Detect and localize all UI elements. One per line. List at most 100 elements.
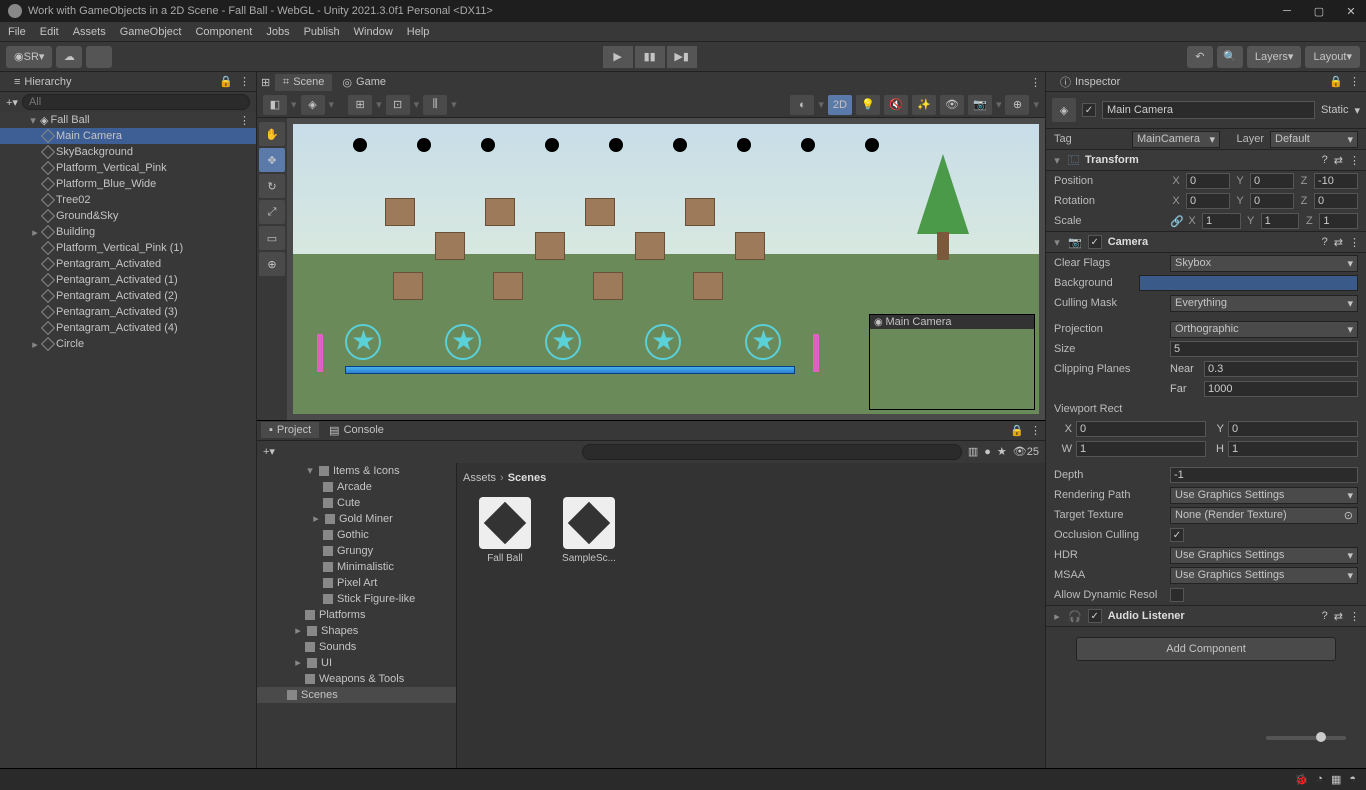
- hierarchy-root[interactable]: ▾◈ Fall Ball⋮: [0, 112, 256, 128]
- active-checkbox[interactable]: [1082, 103, 1096, 117]
- hierarchy-item-4[interactable]: Tree02: [0, 192, 256, 208]
- hierarchy-item-10[interactable]: Pentagram_Activated (2): [0, 288, 256, 304]
- overlay-menu-icon[interactable]: ⊞: [261, 76, 273, 89]
- projection-dropdown[interactable]: Orthographic▾: [1170, 321, 1358, 338]
- scale-x[interactable]: [1202, 213, 1241, 229]
- 2d-toggle[interactable]: 2D: [828, 95, 852, 115]
- draw-mode-btn[interactable]: ◐: [790, 95, 814, 115]
- vp-x[interactable]: [1076, 421, 1206, 437]
- hdr-dropdown[interactable]: Use Graphics Settings▾: [1170, 547, 1358, 564]
- camera-btn[interactable]: 📷: [968, 95, 992, 115]
- bug-icon[interactable]: 🐞: [1295, 773, 1309, 786]
- gizmos-btn[interactable]: ⊕: [1005, 95, 1029, 115]
- lock-icon[interactable]: 🔒: [1010, 424, 1024, 437]
- create-dropdown-icon[interactable]: +▾: [263, 445, 275, 458]
- folder-shapes[interactable]: ▸Shapes: [257, 623, 456, 639]
- rotate-tool[interactable]: ↻: [259, 174, 285, 198]
- component-menu-icon[interactable]: ⋮: [1349, 610, 1360, 623]
- audio-listener-header[interactable]: ▸🎧 Audio Listener ? ⇄ ⋮: [1046, 605, 1366, 627]
- favorite-icon[interactable]: ●: [984, 446, 991, 458]
- hidden-btn[interactable]: 👁: [940, 95, 964, 115]
- asset-samplescene[interactable]: SampleSc...: [557, 497, 621, 564]
- msaa-dropdown[interactable]: Use Graphics Settings▾: [1170, 567, 1358, 584]
- scene-viewport[interactable]: ◉ Main Camera: [293, 124, 1039, 414]
- hierarchy-item-8[interactable]: Pentagram_Activated: [0, 256, 256, 272]
- hand-tool[interactable]: ✋: [259, 122, 285, 146]
- layers-dropdown[interactable]: Layers ▾: [1247, 46, 1302, 68]
- cache-icon[interactable]: ◓: [1349, 773, 1356, 786]
- camera-header[interactable]: ▾📷 Camera ? ⇄ ⋮: [1046, 231, 1366, 253]
- far-input[interactable]: [1204, 381, 1358, 397]
- menu-edit[interactable]: Edit: [40, 26, 59, 38]
- transform-header[interactable]: ▾⿺ Transform ? ⇄ ⋮: [1046, 149, 1366, 171]
- autogen-icon[interactable]: ◔: [1316, 773, 1323, 786]
- hierarchy-item-7[interactable]: Platform_Vertical_Pink (1): [0, 240, 256, 256]
- fx-btn[interactable]: ✨: [912, 95, 936, 115]
- object-name-input[interactable]: [1102, 101, 1315, 119]
- hierarchy-search[interactable]: [22, 94, 250, 110]
- tab-console[interactable]: ▤ Console: [321, 422, 392, 439]
- hierarchy-item-3[interactable]: Platform_Blue_Wide: [0, 176, 256, 192]
- lock-icon[interactable]: 🔒: [1329, 75, 1343, 88]
- grid-btn[interactable]: ⊞: [348, 95, 372, 115]
- tab-inspector[interactable]: ⓘ Inspector: [1052, 72, 1128, 92]
- clear-flags-dropdown[interactable]: Skybox▾: [1170, 255, 1358, 272]
- vp-y[interactable]: [1228, 421, 1358, 437]
- hierarchy-item-13[interactable]: ▸Circle: [0, 336, 256, 352]
- folder-ui[interactable]: ▸UI: [257, 655, 456, 671]
- pivot-btn[interactable]: ◧: [263, 95, 287, 115]
- folder-minimalistic[interactable]: Minimalistic: [257, 559, 456, 575]
- help-icon[interactable]: ?: [1322, 610, 1328, 622]
- help-icon[interactable]: ?: [1322, 236, 1328, 248]
- scale-y[interactable]: [1261, 213, 1300, 229]
- pos-x[interactable]: [1186, 173, 1230, 189]
- close-icon[interactable]: ✕: [1344, 4, 1358, 18]
- transform-tool[interactable]: ⊕: [259, 252, 285, 276]
- asset-fall-ball[interactable]: Fall Ball: [473, 497, 537, 564]
- folder-cute[interactable]: Cute: [257, 495, 456, 511]
- folder-platforms[interactable]: Platforms: [257, 607, 456, 623]
- hierarchy-item-12[interactable]: Pentagram_Activated (4): [0, 320, 256, 336]
- breadcrumb[interactable]: Assets › Scenes: [463, 469, 1039, 487]
- create-dropdown-icon[interactable]: +▾: [6, 96, 18, 109]
- save-filter-icon[interactable]: ★: [997, 445, 1007, 458]
- undo-icon[interactable]: ↶: [1187, 46, 1213, 68]
- menu-publish[interactable]: Publish: [304, 26, 340, 38]
- maximize-icon[interactable]: ▢: [1312, 4, 1326, 18]
- build-icon[interactable]: ▦: [1331, 773, 1341, 786]
- rendering-path-dropdown[interactable]: Use Graphics Settings▾: [1170, 487, 1358, 504]
- hierarchy-item-9[interactable]: Pentagram_Activated (1): [0, 272, 256, 288]
- panel-menu-icon[interactable]: ⋮: [1030, 76, 1041, 89]
- folder-arcade[interactable]: Arcade: [257, 479, 456, 495]
- cloud-icon[interactable]: ☁: [56, 46, 82, 68]
- layout-dropdown[interactable]: Layout ▾: [1305, 46, 1360, 68]
- folder-gothic[interactable]: Gothic: [257, 527, 456, 543]
- depth-input[interactable]: [1170, 467, 1358, 483]
- rot-z[interactable]: [1314, 193, 1358, 209]
- rot-x[interactable]: [1186, 193, 1230, 209]
- account-dropdown[interactable]: ◉ SR ▾: [6, 46, 52, 68]
- undo-history-icon[interactable]: [86, 46, 112, 68]
- tab-scene[interactable]: ⌗ Scene: [275, 74, 332, 91]
- folder-sounds[interactable]: Sounds: [257, 639, 456, 655]
- project-folder-tree[interactable]: ▾Items & Icons Arcade Cute ▸Gold Miner G…: [257, 463, 457, 769]
- pos-z[interactable]: [1314, 173, 1358, 189]
- minimize-icon[interactable]: ─: [1280, 4, 1294, 18]
- menu-assets[interactable]: Assets: [73, 26, 106, 38]
- folder-goldminer[interactable]: ▸Gold Miner: [257, 511, 456, 527]
- culling-mask-dropdown[interactable]: Everything▾: [1170, 295, 1358, 312]
- tag-dropdown[interactable]: MainCamera▾: [1132, 131, 1220, 148]
- play-button[interactable]: ▶: [603, 46, 633, 68]
- vp-w[interactable]: [1076, 441, 1206, 457]
- hierarchy-item-2[interactable]: Platform_Vertical_Pink: [0, 160, 256, 176]
- dynres-checkbox[interactable]: [1170, 588, 1184, 602]
- size-input[interactable]: [1170, 341, 1358, 357]
- component-menu-icon[interactable]: ⋮: [1349, 154, 1360, 167]
- menu-jobs[interactable]: Jobs: [266, 26, 289, 38]
- folder-pixelart[interactable]: Pixel Art: [257, 575, 456, 591]
- increment-btn[interactable]: ⫼: [423, 95, 447, 115]
- scale-tool[interactable]: ⤢: [259, 200, 285, 224]
- menu-gameobject[interactable]: GameObject: [120, 26, 182, 38]
- project-search[interactable]: [582, 444, 962, 460]
- step-button[interactable]: ▶▮: [667, 46, 697, 68]
